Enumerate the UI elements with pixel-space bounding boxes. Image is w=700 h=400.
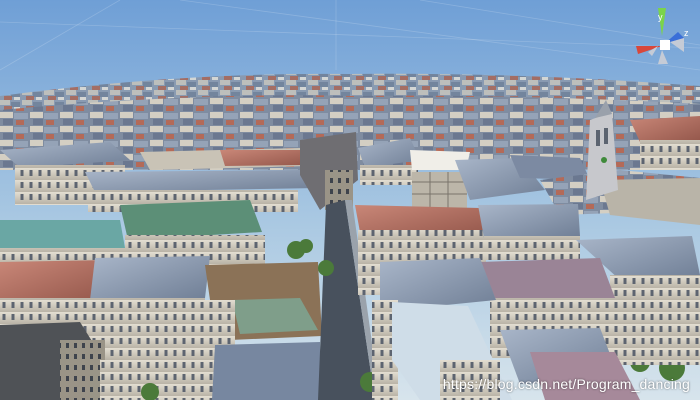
y-axis-label: y	[658, 12, 663, 22]
watermark-text: https://blog.csdn.net/Program_dancing	[442, 376, 690, 392]
gizmo-center-cube-icon[interactable]	[660, 40, 670, 50]
z-axis-label: z	[684, 28, 689, 38]
scene-orientation-gizmo[interactable]: y z	[634, 6, 694, 68]
city-3d-scene	[0, 0, 700, 400]
negative-y-cone-icon[interactable]	[658, 50, 668, 64]
scene-viewport[interactable]: y z https://blog.csdn.net/Program_dancin…	[0, 0, 700, 400]
